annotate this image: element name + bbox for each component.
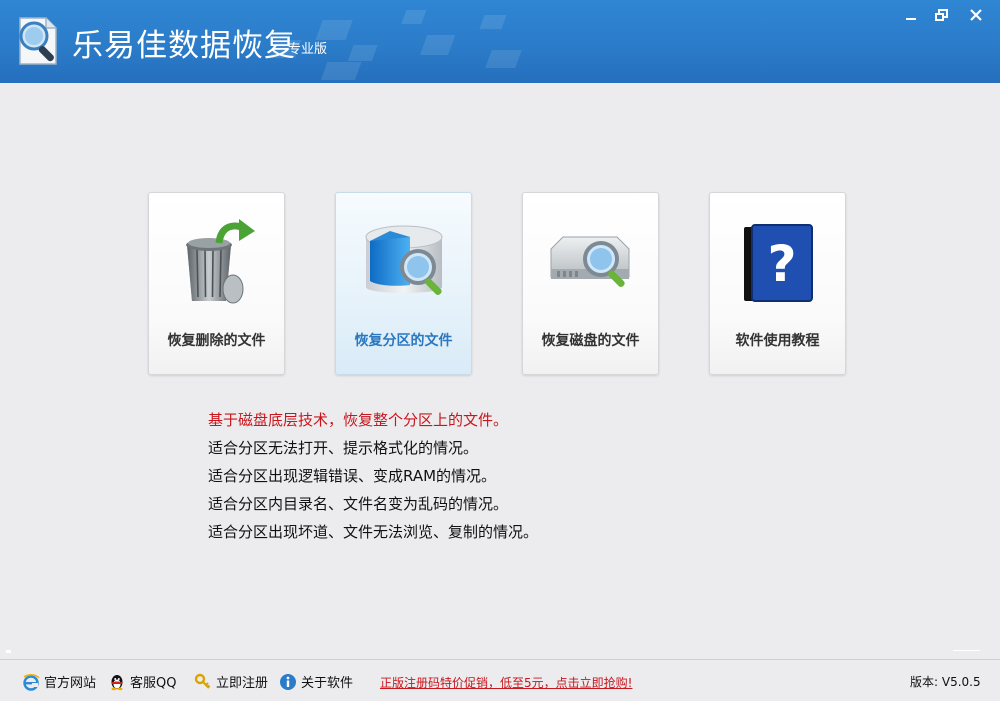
- recover-deleted-files-label: 恢复删除的文件: [167, 333, 266, 349]
- restore-icon: [934, 8, 948, 21]
- about-software-label: 关于软件: [301, 676, 354, 691]
- info-icon: [280, 673, 296, 690]
- browser-e-icon: [23, 673, 40, 691]
- minimize-button[interactable]: [898, 4, 924, 26]
- title-bar: 乐易佳数据恢复 专业版: [0, 0, 1000, 83]
- about-software-link[interactable]: 关于软件: [279, 672, 353, 691]
- app-title: 乐易佳数据恢复: [72, 28, 296, 64]
- support-qq-label: 客服QQ: [130, 676, 177, 691]
- register-now-link[interactable]: 立即注册: [194, 672, 268, 691]
- disk-search-icon: [550, 236, 630, 287]
- close-button[interactable]: [963, 4, 989, 26]
- app-logo-icon: [19, 17, 57, 65]
- software-tutorial-card[interactable]: ? 软件使用教程: [709, 192, 846, 375]
- restore-button[interactable]: [928, 4, 954, 26]
- recover-disk-files-label: 恢复磁盘的文件: [541, 333, 640, 349]
- official-website-link[interactable]: 官方网站: [22, 672, 96, 691]
- svg-text:?: ?: [767, 235, 796, 293]
- close-icon: [970, 9, 982, 21]
- divider-mark: [6, 650, 11, 653]
- divider-mark: [953, 650, 980, 651]
- recover-deleted-files-card[interactable]: 恢复删除的文件: [148, 192, 285, 375]
- recycle-bin-icon: [186, 219, 255, 304]
- description-line: 适合分区无法打开、提示格式化的情况。: [208, 439, 479, 457]
- version-label: 版本: V5.0.5: [910, 675, 981, 689]
- app-edition: 专业版: [288, 42, 328, 57]
- description-line: 适合分区内目录名、文件名变为乱码的情况。: [208, 495, 509, 513]
- footer-bar: 官方网站 客服QQ 立即注册 关于软件 正版注册码特价促销，低至5元，点击立即抢…: [0, 659, 1000, 701]
- help-book-icon: ?: [744, 224, 813, 302]
- description-line: 适合分区出现逻辑错误、变成RAM的情况。: [208, 467, 497, 485]
- recover-partition-files-label: 恢复分区的文件: [354, 333, 453, 349]
- feature-description: 基于磁盘底层技术，恢复整个分区上的文件。 适合分区无法打开、提示格式化的情况。 …: [208, 409, 538, 549]
- minimize-icon: [906, 18, 916, 20]
- partition-search-icon: [365, 225, 443, 295]
- promo-link[interactable]: 正版注册码特价促销，低至5元，点击立即抢购!: [380, 674, 632, 691]
- description-line: 适合分区出现坏道、文件无法浏览、复制的情况。: [208, 523, 539, 541]
- recover-partition-files-card[interactable]: 恢复分区的文件: [335, 192, 472, 375]
- recover-disk-files-card[interactable]: 恢复磁盘的文件: [522, 192, 659, 375]
- qq-penguin-icon: [111, 674, 123, 690]
- official-website-label: 官方网站: [44, 676, 97, 691]
- key-icon: [194, 673, 211, 689]
- register-now-label: 立即注册: [216, 676, 269, 691]
- software-tutorial-label: 软件使用教程: [735, 333, 820, 349]
- description-line: 基于磁盘底层技术，恢复整个分区上的文件。: [208, 411, 509, 429]
- support-qq-link[interactable]: 客服QQ: [108, 672, 176, 691]
